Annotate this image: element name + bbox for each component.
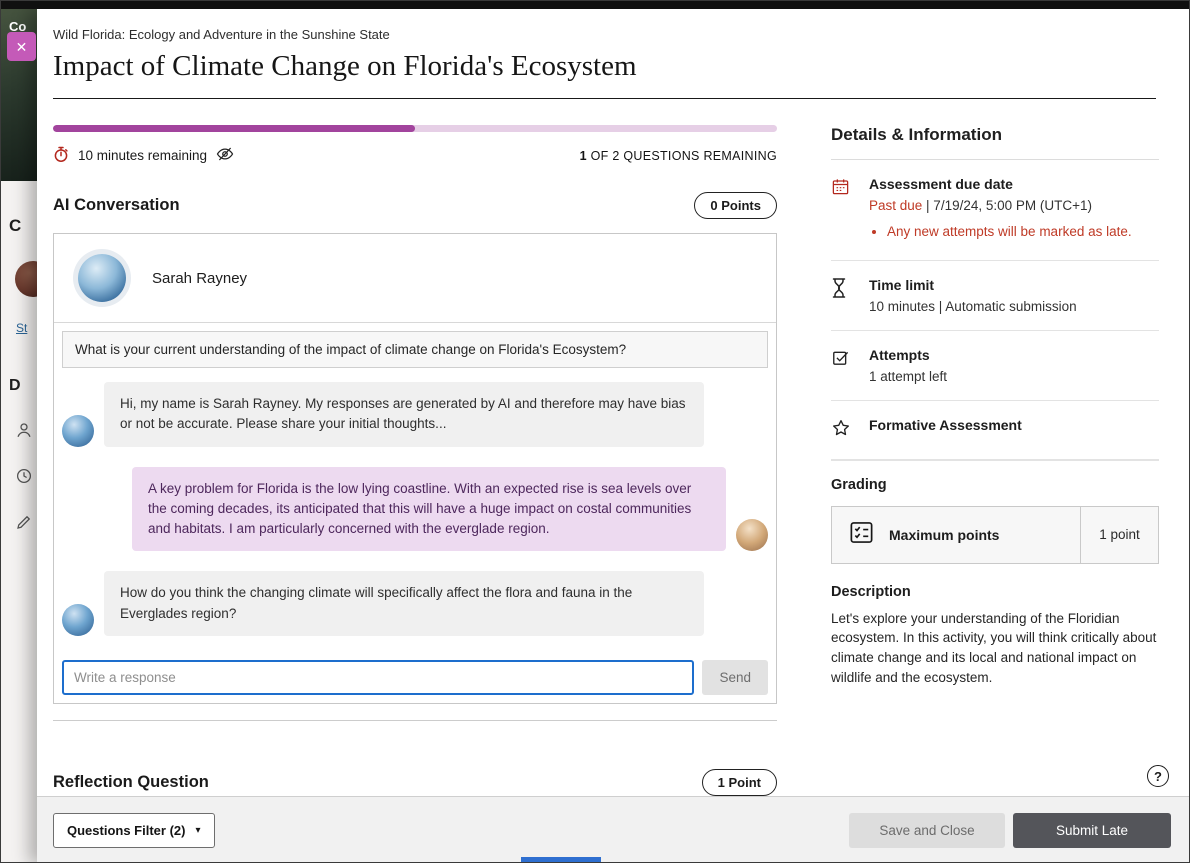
questions-filter-button[interactable]: Questions Filter (2) ▾ — [53, 813, 215, 848]
details-sidebar: Details & Information Assessment due dat… — [831, 125, 1159, 796]
progress-bar — [53, 125, 777, 132]
agent-name: Sarah Rayney — [152, 270, 247, 287]
clock-icon — [15, 467, 33, 490]
hourglass-icon — [831, 277, 855, 314]
agent-avatar — [62, 604, 94, 636]
ai-message: How do you think the changing climate wi… — [104, 571, 704, 636]
formative-content: Formative Assessment — [869, 417, 1022, 443]
panel-footer: Questions Filter (2) ▾ Save and Close Su… — [37, 796, 1190, 863]
conversation-card: Sarah Rayney What is your current unders… — [53, 233, 777, 704]
breadcrumb: Wild Florida: Ecology and Adventure in t… — [53, 27, 1190, 42]
description-label: Description — [831, 584, 1159, 600]
close-button[interactable]: ✕ — [7, 32, 36, 61]
questions-filter-label: Questions Filter (2) — [67, 823, 185, 838]
grading-label: Grading — [831, 477, 1159, 493]
attempts-row: Attempts 1 attempt left — [831, 331, 1159, 401]
panel-body: 10 minutes remaining 1 OF 2 QUESTIONS RE… — [37, 99, 1190, 796]
points-badge: 1 Point — [702, 769, 777, 796]
late-warning-list: Any new attempts will be marked as late. — [887, 223, 1132, 242]
due-date-content: Assessment due date Past due | 7/19/24, … — [869, 176, 1132, 244]
chevron-down-icon: ▾ — [195, 826, 200, 836]
background-page: Co C St D — [1, 9, 37, 863]
calendar-icon — [831, 176, 855, 244]
questions-remaining-text: OF 2 QUESTIONS REMAINING — [587, 149, 777, 163]
pencil-icon — [15, 513, 33, 536]
time-limit-row: Time limit 10 minutes | Automatic submis… — [831, 261, 1159, 331]
screen: Co C St D ✕ Wild Florida: Ecology and Ad… — [0, 0, 1190, 863]
questions-column: 10 minutes remaining 1 OF 2 QUESTIONS RE… — [53, 125, 777, 796]
ai-message: Hi, my name is Sarah Rayney. My response… — [104, 382, 704, 447]
questions-remaining-count: 1 — [580, 149, 587, 163]
hide-timer-icon[interactable] — [216, 145, 234, 166]
message-row: Hi, my name is Sarah Rayney. My response… — [54, 382, 776, 447]
section-title: Reflection Question — [53, 773, 209, 792]
conversation-agent-header: Sarah Rayney — [54, 234, 776, 323]
agent-avatar — [62, 415, 94, 447]
due-date-value: Past due | 7/19/24, 5:00 PM (UTC+1) — [869, 198, 1132, 213]
questions-remaining: 1 OF 2 QUESTIONS REMAINING — [580, 149, 777, 163]
time-remaining-text: 10 minutes remaining — [78, 148, 207, 163]
maximum-points-cell: Maximum points — [832, 507, 1080, 563]
background-focus-fragment — [521, 857, 601, 862]
time-limit-label: Time limit — [869, 277, 1077, 293]
ai-conversation-header: AI Conversation 0 Points — [53, 192, 777, 219]
maximum-points-value: 1 point — [1080, 507, 1158, 563]
question-mark-icon: ? — [1154, 769, 1162, 784]
attempts-value: 1 attempt left — [869, 369, 947, 384]
grading-section: Grading Maximum points 1 point — [831, 460, 1159, 564]
reflection-question-header: Reflection Question 1 Point — [53, 769, 777, 796]
description-text: Let's explore your understanding of the … — [831, 609, 1159, 687]
checklist-icon — [848, 519, 875, 551]
section-title: AI Conversation — [53, 196, 180, 215]
formative-row: Formative Assessment — [831, 401, 1159, 460]
time-limit-content: Time limit 10 minutes | Automatic submis… — [869, 277, 1077, 314]
background-link-fragment: St — [16, 321, 27, 335]
message-row: How do you think the changing climate wi… — [54, 571, 776, 636]
points-badge: 0 Points — [694, 192, 777, 219]
due-date-row: Assessment due date Past due | 7/19/24, … — [831, 160, 1159, 261]
status-row: 10 minutes remaining 1 OF 2 QUESTIONS RE… — [53, 145, 777, 166]
window-top-bar — [1, 1, 1189, 9]
background-avatar — [15, 261, 37, 297]
help-button[interactable]: ? — [1147, 765, 1169, 787]
details-heading: Details & Information — [831, 125, 1159, 160]
maximum-points-label: Maximum points — [889, 527, 999, 543]
time-limit-value: 10 minutes | Automatic submission — [869, 299, 1077, 314]
question-divider — [53, 720, 777, 721]
user-message: A key problem for Florida is the low lyi… — [132, 467, 726, 552]
background-text-fragment: C — [9, 216, 21, 236]
close-icon: ✕ — [16, 40, 28, 54]
due-date-label: Assessment due date — [869, 176, 1132, 192]
page-title: Impact of Climate Change on Florida's Ec… — [53, 50, 1190, 83]
person-icon — [15, 421, 33, 444]
response-input[interactable] — [62, 660, 694, 695]
message-row: A key problem for Florida is the low lyi… — [54, 467, 776, 552]
attempts-label: Attempts — [869, 347, 947, 363]
user-avatar — [736, 519, 768, 551]
save-and-close-button[interactable]: Save and Close — [849, 813, 1005, 848]
grading-box: Maximum points 1 point — [831, 506, 1159, 564]
due-date-text: | 7/19/24, 5:00 PM (UTC+1) — [922, 198, 1092, 213]
late-warning: Any new attempts will be marked as late. — [887, 223, 1132, 242]
submit-late-button[interactable]: Submit Late — [1013, 813, 1171, 848]
send-button[interactable]: Send — [702, 660, 768, 695]
past-due-status: Past due — [869, 198, 922, 213]
star-icon — [831, 417, 855, 443]
panel-header: Wild Florida: Ecology and Adventure in t… — [37, 9, 1190, 99]
background-text-fragment: D — [9, 377, 21, 395]
checkbox-icon — [831, 347, 855, 384]
assessment-panel: Wild Florida: Ecology and Adventure in t… — [37, 9, 1190, 863]
formative-label: Formative Assessment — [869, 417, 1022, 433]
response-input-row: Send — [54, 652, 776, 703]
timer-icon — [53, 146, 69, 166]
attempts-content: Attempts 1 attempt left — [869, 347, 947, 384]
conversation-prompt: What is your current understanding of th… — [62, 331, 768, 368]
agent-avatar — [78, 254, 126, 302]
progress-fill — [53, 125, 415, 132]
